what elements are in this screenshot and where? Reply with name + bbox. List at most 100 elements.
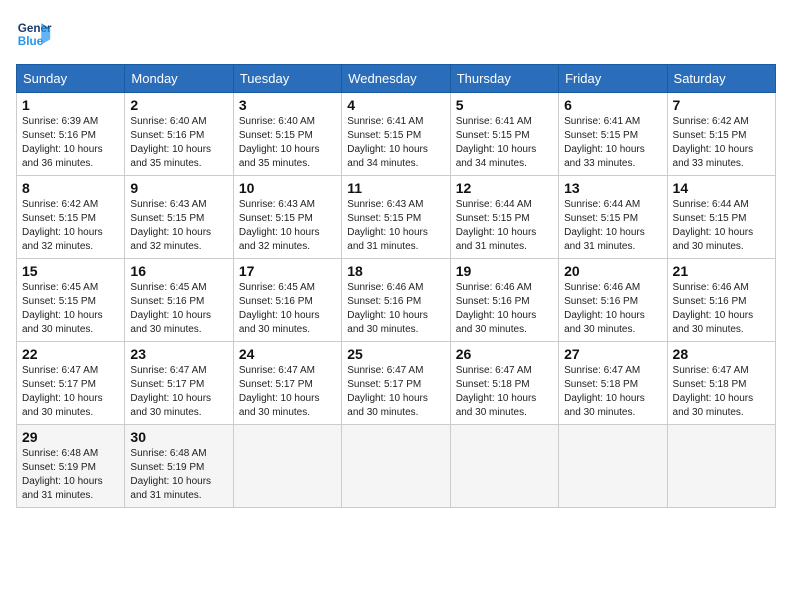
- calendar-cell: 3 Sunrise: 6:40 AMSunset: 5:15 PMDaylight…: [233, 93, 341, 176]
- calendar-cell: 5 Sunrise: 6:41 AMSunset: 5:15 PMDaylight…: [450, 93, 558, 176]
- day-number: 8: [22, 180, 119, 196]
- day-number: 14: [673, 180, 770, 196]
- day-info: Sunrise: 6:40 AMSunset: 5:16 PMDaylight:…: [130, 115, 227, 171]
- calendar-cell: 20 Sunrise: 6:46 AMSunset: 5:16 PMDayligh…: [559, 259, 667, 342]
- day-info: Sunrise: 6:45 AMSunset: 5:16 PMDaylight:…: [239, 281, 336, 337]
- day-number: 25: [347, 346, 444, 362]
- day-info: Sunrise: 6:44 AMSunset: 5:15 PMDaylight:…: [564, 198, 661, 254]
- weekday-header-thursday: Thursday: [450, 65, 558, 93]
- day-number: 9: [130, 180, 227, 196]
- day-number: 6: [564, 97, 661, 113]
- day-number: 5: [456, 97, 553, 113]
- calendar-cell: 23 Sunrise: 6:47 AMSunset: 5:17 PMDayligh…: [125, 342, 233, 425]
- day-info: Sunrise: 6:46 AMSunset: 5:16 PMDaylight:…: [673, 281, 770, 337]
- calendar-cell: 10 Sunrise: 6:43 AMSunset: 5:15 PMDayligh…: [233, 176, 341, 259]
- day-number: 10: [239, 180, 336, 196]
- day-number: 19: [456, 263, 553, 279]
- day-number: 23: [130, 346, 227, 362]
- calendar-cell: 24Sunrise: 6:47 AMSunset: 5:17 PMDayligh…: [233, 342, 341, 425]
- weekday-header-wednesday: Wednesday: [342, 65, 450, 93]
- day-number: 22: [22, 346, 119, 362]
- weekday-header-saturday: Saturday: [667, 65, 775, 93]
- day-number: 3: [239, 97, 336, 113]
- day-info: Sunrise: 6:41 AMSunset: 5:15 PMDaylight:…: [456, 115, 553, 171]
- calendar-cell: 28 Sunrise: 6:47 AMSunset: 5:18 PMDayligh…: [667, 342, 775, 425]
- day-number: 30: [130, 429, 227, 445]
- day-number: 1: [22, 97, 119, 113]
- calendar-cell: 11 Sunrise: 6:43 AMSunset: 5:15 PMDayligh…: [342, 176, 450, 259]
- calendar-cell: 17 Sunrise: 6:45 AMSunset: 5:16 PMDayligh…: [233, 259, 341, 342]
- calendar-table: SundayMondayTuesdayWednesdayThursdayFrid…: [16, 64, 776, 508]
- day-number: 29: [22, 429, 119, 445]
- logo-icon: General Blue: [16, 16, 52, 52]
- day-number: 16: [130, 263, 227, 279]
- day-info: Sunrise: 6:43 AMSunset: 5:15 PMDaylight:…: [130, 198, 227, 254]
- calendar-cell: [667, 425, 775, 508]
- day-number: 13: [564, 180, 661, 196]
- calendar-cell: [450, 425, 558, 508]
- logo: General Blue: [16, 16, 56, 52]
- day-info: Sunrise: 6:47 AMSunset: 5:18 PMDaylight:…: [456, 364, 553, 420]
- calendar-cell: 4Sunrise: 6:41 AMSunset: 5:15 PMDaylight…: [342, 93, 450, 176]
- calendar-cell: 16 Sunrise: 6:45 AMSunset: 5:16 PMDayligh…: [125, 259, 233, 342]
- calendar-cell: 8 Sunrise: 6:42 AMSunset: 5:15 PMDaylight…: [17, 176, 125, 259]
- day-info: Sunrise: 6:40 AMSunset: 5:15 PMDaylight:…: [239, 115, 336, 171]
- calendar-cell: 2 Sunrise: 6:40 AMSunset: 5:16 PMDaylight…: [125, 93, 233, 176]
- day-number: 28: [673, 346, 770, 362]
- day-number: 27: [564, 346, 661, 362]
- calendar-cell: 26Sunrise: 6:47 AMSunset: 5:18 PMDayligh…: [450, 342, 558, 425]
- day-info: Sunrise: 6:47 AMSunset: 5:18 PMDaylight:…: [564, 364, 661, 420]
- day-number: 18: [347, 263, 444, 279]
- day-info: Sunrise: 6:47 AMSunset: 5:17 PMDaylight:…: [22, 364, 119, 420]
- day-info: Sunrise: 6:44 AMSunset: 5:15 PMDaylight:…: [456, 198, 553, 254]
- day-info: Sunrise: 6:47 AMSunset: 5:18 PMDaylight:…: [673, 364, 770, 420]
- calendar-cell: 30 Sunrise: 6:48 AMSunset: 5:19 PMDayligh…: [125, 425, 233, 508]
- day-number: 12: [456, 180, 553, 196]
- day-number: 17: [239, 263, 336, 279]
- day-info: Sunrise: 6:45 AMSunset: 5:15 PMDaylight:…: [22, 281, 119, 337]
- calendar-cell: 18 Sunrise: 6:46 AMSunset: 5:16 PMDayligh…: [342, 259, 450, 342]
- calendar-cell: 9 Sunrise: 6:43 AMSunset: 5:15 PMDaylight…: [125, 176, 233, 259]
- calendar-cell: 6Sunrise: 6:41 AMSunset: 5:15 PMDaylight…: [559, 93, 667, 176]
- calendar-cell: 27 Sunrise: 6:47 AMSunset: 5:18 PMDayligh…: [559, 342, 667, 425]
- day-info: Sunrise: 6:48 AMSunset: 5:19 PMDaylight:…: [130, 447, 227, 503]
- calendar-cell: 21 Sunrise: 6:46 AMSunset: 5:16 PMDayligh…: [667, 259, 775, 342]
- day-info: Sunrise: 6:42 AMSunset: 5:15 PMDaylight:…: [673, 115, 770, 171]
- day-info: Sunrise: 6:46 AMSunset: 5:16 PMDaylight:…: [347, 281, 444, 337]
- day-info: Sunrise: 6:47 AMSunset: 5:17 PMDaylight:…: [347, 364, 444, 420]
- day-info: Sunrise: 6:42 AMSunset: 5:15 PMDaylight:…: [22, 198, 119, 254]
- calendar-cell: 1 Sunrise: 6:39 AMSunset: 5:16 PMDaylight…: [17, 93, 125, 176]
- calendar-cell: [559, 425, 667, 508]
- day-info: Sunrise: 6:46 AMSunset: 5:16 PMDaylight:…: [456, 281, 553, 337]
- header: General Blue: [16, 16, 776, 52]
- svg-text:Blue: Blue: [18, 35, 44, 48]
- calendar-cell: 29 Sunrise: 6:48 AMSunset: 5:19 PMDayligh…: [17, 425, 125, 508]
- weekday-header-monday: Monday: [125, 65, 233, 93]
- day-number: 21: [673, 263, 770, 279]
- day-number: 20: [564, 263, 661, 279]
- calendar-cell: 12 Sunrise: 6:44 AMSunset: 5:15 PMDayligh…: [450, 176, 558, 259]
- day-info: Sunrise: 6:43 AMSunset: 5:15 PMDaylight:…: [347, 198, 444, 254]
- weekday-header-friday: Friday: [559, 65, 667, 93]
- calendar-cell: 14Sunrise: 6:44 AMSunset: 5:15 PMDayligh…: [667, 176, 775, 259]
- calendar-cell: 13 Sunrise: 6:44 AMSunset: 5:15 PMDayligh…: [559, 176, 667, 259]
- calendar-cell: 22 Sunrise: 6:47 AMSunset: 5:17 PMDayligh…: [17, 342, 125, 425]
- calendar-cell: [233, 425, 341, 508]
- day-number: 11: [347, 180, 444, 196]
- calendar-cell: 25 Sunrise: 6:47 AMSunset: 5:17 PMDayligh…: [342, 342, 450, 425]
- day-info: Sunrise: 6:48 AMSunset: 5:19 PMDaylight:…: [22, 447, 119, 503]
- day-info: Sunrise: 6:39 AMSunset: 5:16 PMDaylight:…: [22, 115, 119, 171]
- day-info: Sunrise: 6:46 AMSunset: 5:16 PMDaylight:…: [564, 281, 661, 337]
- day-number: 15: [22, 263, 119, 279]
- weekday-header-tuesday: Tuesday: [233, 65, 341, 93]
- calendar-cell: 19 Sunrise: 6:46 AMSunset: 5:16 PMDayligh…: [450, 259, 558, 342]
- calendar-cell: 15 Sunrise: 6:45 AMSunset: 5:15 PMDayligh…: [17, 259, 125, 342]
- calendar-cell: [342, 425, 450, 508]
- weekday-header-sunday: Sunday: [17, 65, 125, 93]
- day-info: Sunrise: 6:47 AMSunset: 5:17 PMDaylight:…: [239, 364, 336, 420]
- day-number: 2: [130, 97, 227, 113]
- day-info: Sunrise: 6:43 AMSunset: 5:15 PMDaylight:…: [239, 198, 336, 254]
- calendar-cell: 7Sunrise: 6:42 AMSunset: 5:15 PMDaylight…: [667, 93, 775, 176]
- day-info: Sunrise: 6:45 AMSunset: 5:16 PMDaylight:…: [130, 281, 227, 337]
- day-info: Sunrise: 6:47 AMSunset: 5:17 PMDaylight:…: [130, 364, 227, 420]
